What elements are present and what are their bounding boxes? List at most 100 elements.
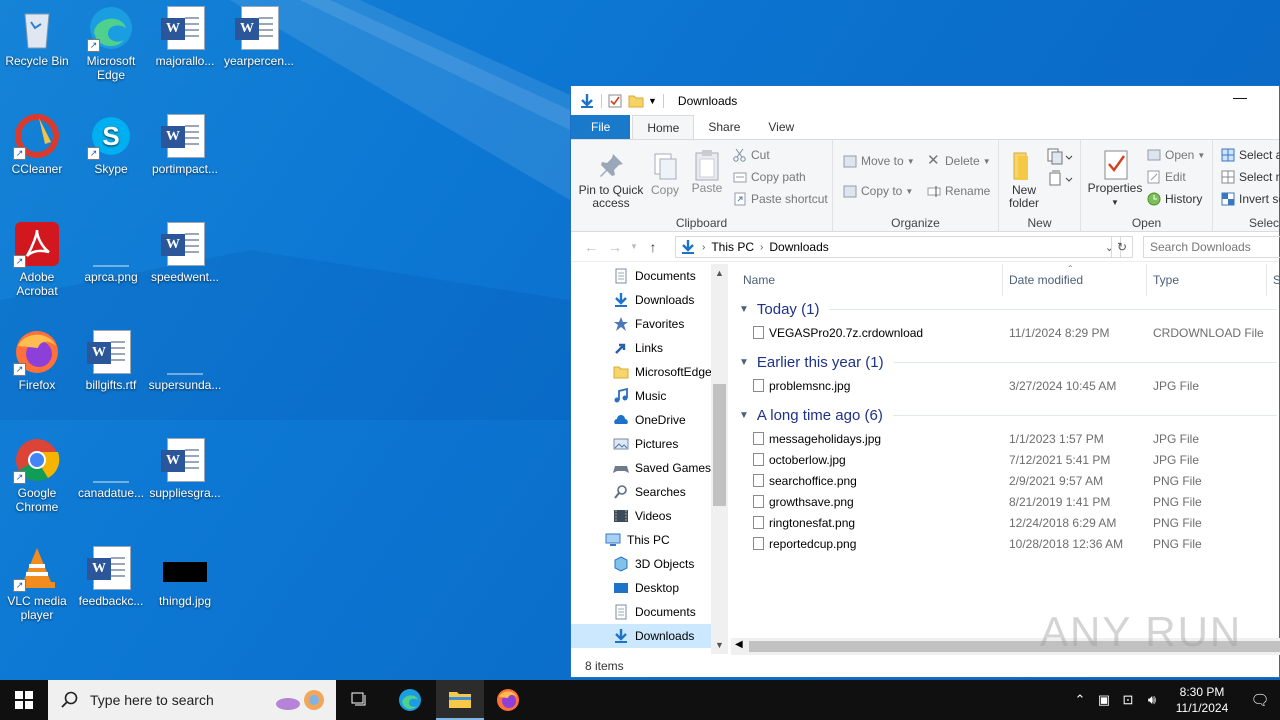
column-type[interactable]: Type — [1147, 264, 1267, 296]
desktop-icon-18[interactable]: thingd.jpg — [148, 544, 222, 608]
address-bar[interactable]: › This PC › Downloads ⌄ — [675, 236, 1121, 258]
copy-to-button[interactable]: Copy to ▼ — [843, 184, 913, 198]
back-arrow-icon[interactable]: ← — [579, 239, 603, 255]
file-row[interactable]: reportedcup.png 10/28/2018 12:36 AM PNG Fi… — [731, 533, 1280, 554]
desktop-icon-10[interactable]: ↗ Firefox — [0, 328, 74, 392]
pin-quick-access-button[interactable]: Pin to Quick access — [577, 150, 645, 210]
file-group-header[interactable]: ▼ Today (1) — [731, 296, 1280, 322]
paste-shortcut-button[interactable]: Paste shortcut — [733, 192, 828, 206]
desktop-icon-0[interactable]: Recycle Bin — [0, 4, 74, 68]
scroll-left-icon[interactable]: ◀ — [735, 639, 743, 650]
nav-item-documents[interactable]: Documents — [571, 264, 711, 288]
file-row[interactable]: ringtonesfat.png 12/24/2018 6:29 AM PNG Fi… — [731, 512, 1280, 533]
desktop-icon-12[interactable]: supersunda... — [148, 328, 222, 392]
properties-button[interactable]: Properties ▼ — [1083, 148, 1147, 209]
column-name[interactable]: Name — [737, 264, 1003, 296]
desktop-icon-13[interactable]: ↗ Google Chrome — [0, 436, 74, 514]
nav-item-3d-objects[interactable]: 3D Objects — [571, 552, 711, 576]
recent-locations-icon[interactable]: ▼ — [627, 242, 641, 251]
desktop-icon-7[interactable]: ↗ Adobe Acrobat — [0, 220, 74, 298]
invert-selection-button[interactable]: Invert se — [1221, 192, 1280, 206]
nav-item-desktop[interactable]: Desktop — [571, 576, 711, 600]
column-size[interactable]: S — [1267, 264, 1280, 296]
minimize-button[interactable]: — — [1233, 90, 1247, 104]
rename-button[interactable]: Rename — [927, 184, 990, 198]
desktop-icon-15[interactable]: Wsuppliesgra... — [148, 436, 222, 500]
customize-toolbar-icon[interactable]: ▼ — [648, 96, 657, 106]
desktop-icon-11[interactable]: Wbillgifts.rtf — [74, 328, 148, 392]
nav-item-music[interactable]: Music — [571, 384, 711, 408]
nav-item-pictures[interactable]: Pictures — [571, 432, 711, 456]
nav-item-favorites[interactable]: Favorites — [571, 312, 711, 336]
nav-item-searches[interactable]: Searches — [571, 480, 711, 504]
nav-item-this-pc[interactable]: This PC — [571, 528, 711, 552]
collapse-chevron-icon[interactable]: ▼ — [739, 410, 749, 421]
collapse-chevron-icon[interactable]: ▼ — [739, 304, 749, 315]
breadcrumb-this-pc[interactable]: This PC — [711, 240, 754, 254]
desktop-icon-4[interactable]: ↗ CCleaner — [0, 112, 74, 176]
tab-share[interactable]: Share — [694, 115, 754, 139]
file-row[interactable]: growthsave.png 8/21/2019 1:41 PM PNG File — [731, 491, 1280, 512]
tab-file[interactable]: File — [571, 115, 631, 139]
show-hidden-icons-icon[interactable]: ⌃ — [1068, 692, 1092, 708]
nav-item-links[interactable]: Links — [571, 336, 711, 360]
nav-item-videos[interactable]: Videos — [571, 504, 711, 528]
desktop-icon-9[interactable]: Wspeedwent... — [148, 220, 222, 284]
select-none-button[interactable]: Select n — [1221, 170, 1280, 184]
file-group-header[interactable]: ▼ A long time ago (6) — [731, 402, 1280, 428]
volume-icon[interactable]: 🔊︎ — [1140, 692, 1164, 708]
select-all-button[interactable]: Select a — [1221, 148, 1280, 162]
column-date-modified[interactable]: Date modified — [1003, 264, 1147, 296]
start-button[interactable] — [0, 680, 48, 720]
file-row[interactable]: messageholidays.jpg 1/1/2023 1:57 PM JPG F… — [731, 428, 1280, 449]
desktop-icon-5[interactable]: S ↗ Skype — [74, 112, 148, 176]
nav-item-microsoftedge[interactable]: MicrosoftEdge — [571, 360, 711, 384]
breadcrumb-downloads[interactable]: Downloads — [769, 240, 828, 254]
nav-scrollbar[interactable]: ▲ ▼ — [711, 264, 728, 654]
new-folder-icon[interactable] — [628, 94, 644, 108]
forward-arrow-icon[interactable]: → — [603, 239, 627, 255]
new-folder-button[interactable]: New folder — [1003, 150, 1045, 210]
copy-path-button[interactable]: Copy path — [733, 170, 806, 184]
device-icon[interactable]: ▣ — [1092, 692, 1116, 708]
network-icon[interactable]: ⊡ — [1116, 692, 1140, 708]
desktop-icon-6[interactable]: Wportimpact... — [148, 112, 222, 176]
collapse-chevron-icon[interactable]: ▼ — [739, 357, 749, 368]
desktop-icon-8[interactable]: aprca.png — [74, 220, 148, 284]
taskbar-edge[interactable] — [386, 680, 434, 720]
cut-button[interactable]: Cut — [733, 148, 770, 162]
search-input[interactable]: Search Downloads — [1143, 236, 1280, 258]
tab-home[interactable]: Home — [632, 115, 695, 139]
taskbar-firefox[interactable] — [484, 680, 532, 720]
open-button[interactable]: Open ▼ — [1147, 148, 1205, 162]
taskbar-clock[interactable]: 8:30 PM 11/1/2024 — [1164, 684, 1240, 716]
paste-button[interactable]: Paste — [687, 148, 727, 195]
edit-button[interactable]: Edit — [1147, 170, 1186, 184]
notifications-icon[interactable]: 🗨︎ — [1240, 691, 1280, 709]
nav-item-downloads[interactable]: Downloads — [571, 624, 711, 648]
file-row[interactable]: problemsnc.jpg 3/27/2024 10:45 AM JPG File — [731, 375, 1280, 396]
desktop-icon-14[interactable]: canadatue... — [74, 436, 148, 500]
file-row[interactable]: searchoffice.png 2/9/2021 9:57 AM PNG File — [731, 470, 1280, 491]
taskbar-file-explorer[interactable] — [436, 680, 484, 720]
desktop-icon-2[interactable]: Wmajorallo... — [148, 4, 222, 68]
taskbar-search-box[interactable]: Type here to search — [48, 680, 336, 720]
refresh-button[interactable]: ↻ — [1111, 236, 1133, 258]
history-button[interactable]: History — [1147, 192, 1202, 206]
down-arrow-icon[interactable] — [579, 93, 595, 109]
new-item-icon[interactable] — [1047, 148, 1073, 166]
delete-button[interactable]: ✕ Delete ▼ — [927, 153, 991, 168]
file-row[interactable]: octoberlow.jpg 7/12/2021 5:41 PM JPG File — [731, 449, 1280, 470]
tab-view[interactable]: View — [754, 115, 808, 139]
desktop-icon-1[interactable]: ↗ Microsoft Edge — [74, 4, 148, 82]
nav-item-downloads[interactable]: Downloads — [571, 288, 711, 312]
task-view-button[interactable] — [336, 680, 384, 720]
nav-item-saved-games[interactable]: Saved Games — [571, 456, 711, 480]
move-to-button[interactable]: Move to ▼ — [843, 154, 915, 168]
copy-button[interactable]: Copy — [645, 150, 685, 197]
scroll-up-icon[interactable]: ▲ — [711, 268, 728, 278]
file-group-header[interactable]: ▼ Earlier this year (1) — [731, 349, 1280, 375]
scroll-down-icon[interactable]: ▼ — [711, 640, 728, 650]
up-arrow-icon[interactable]: ↑ — [641, 239, 665, 255]
properties-check-icon[interactable] — [608, 94, 622, 108]
